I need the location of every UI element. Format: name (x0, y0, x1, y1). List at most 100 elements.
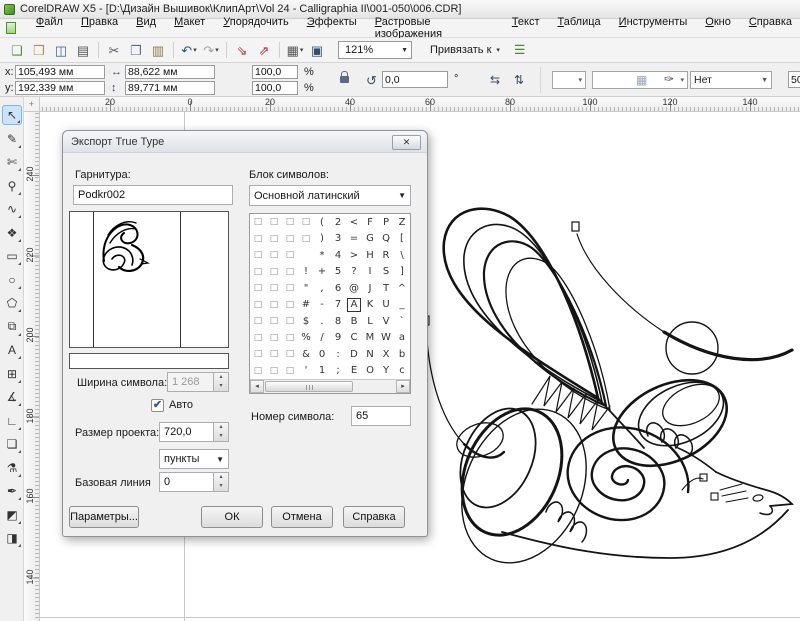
grid-cell[interactable]: □ (250, 280, 266, 297)
text-tool[interactable]: A (2, 340, 22, 360)
save-button[interactable]: ◫ (50, 40, 72, 60)
copy-button[interactable]: ❐ (125, 40, 147, 60)
scroll-right-icon[interactable]: ▸ (396, 380, 410, 393)
redo-button[interactable]: ↷▾ (200, 40, 222, 60)
new-document-button[interactable]: ❏ (6, 40, 28, 60)
grid-cell[interactable]: c (394, 363, 410, 380)
ruler-origin-button[interactable]: + (24, 97, 40, 112)
grid-cell[interactable]: ) (314, 231, 330, 248)
grid-cell[interactable]: □ (250, 297, 266, 314)
paste-button[interactable]: ▥ (147, 40, 169, 60)
grid-cell[interactable]: K (362, 297, 378, 314)
edge-field[interactable] (788, 71, 800, 88)
grid-cell[interactable]: L (362, 313, 378, 330)
welcome-screen-button[interactable]: ▣ (306, 40, 328, 60)
grid-cell[interactable]: T (378, 280, 394, 297)
char-number-field[interactable] (351, 406, 411, 426)
symbol-block-combo[interactable]: Основной латинский ▼ (249, 185, 411, 206)
corner-count-combo[interactable]: ▾ (552, 71, 586, 89)
grid-cell[interactable]: b (394, 346, 410, 363)
grid-cell[interactable]: H (362, 247, 378, 264)
open-button[interactable]: ❒ (28, 40, 50, 60)
grid-cell[interactable]: □ (266, 363, 282, 380)
zoom-tool[interactable]: ⚲ (2, 176, 22, 196)
grid-cell[interactable]: ] (394, 264, 410, 281)
grid-cell[interactable]: E (346, 363, 362, 380)
grid-cell[interactable]: □ (282, 247, 298, 264)
object-width-field[interactable] (125, 65, 215, 79)
grid-cell[interactable]: / (314, 330, 330, 347)
pos-y-field[interactable] (15, 81, 105, 95)
grid-cell[interactable]: G (362, 231, 378, 248)
baseline-field[interactable] (159, 472, 214, 492)
grid-cell[interactable]: Z (394, 214, 410, 231)
units-combo[interactable]: пункты ▼ (159, 449, 229, 469)
scale-v-field[interactable] (252, 81, 298, 95)
auto-checkbox[interactable]: ✔ (151, 399, 164, 412)
grid-cell[interactable]: D (346, 346, 362, 363)
outline-width-combo[interactable]: Нет ▼ (690, 71, 772, 89)
grid-cell[interactable]: □ (266, 264, 282, 281)
eyedropper-tool[interactable]: ⚗ (2, 458, 22, 478)
lock-ratio-icon[interactable] (340, 76, 349, 83)
grid-cell[interactable]: . (314, 313, 330, 330)
grid-cell[interactable]: □ (250, 330, 266, 347)
grid-cell[interactable]: □ (282, 231, 298, 248)
grid-cell[interactable]: F (362, 214, 378, 231)
grid-cell[interactable] (298, 247, 314, 264)
grid-cell[interactable]: = (346, 231, 362, 248)
grid-cell[interactable]: □ (282, 313, 298, 330)
grid-cell[interactable]: > (346, 247, 362, 264)
blend-tool[interactable]: ❏ (2, 434, 22, 454)
freehand-tool[interactable]: ∿ (2, 199, 22, 219)
grid-cell[interactable]: S (378, 264, 394, 281)
grid-cell[interactable]: U (378, 297, 394, 314)
grid-cell[interactable]: 3 (330, 231, 346, 248)
fill-tool[interactable]: ◩ (2, 505, 22, 525)
font-name-field[interactable] (73, 185, 233, 205)
import-button[interactable]: ⇘ (231, 40, 253, 60)
calligraphic-bird-drawing[interactable] (420, 190, 800, 570)
interactive-fill-tool[interactable]: ◨ (2, 528, 22, 548)
zoom-level-combo[interactable]: 121% ▼ (338, 41, 412, 59)
grid-cell[interactable]: □ (298, 214, 314, 231)
grid-cell[interactable]: 4 (330, 247, 346, 264)
scroll-left-icon[interactable]: ◂ (250, 380, 264, 393)
grid-cell[interactable]: W (378, 330, 394, 347)
grid-cell[interactable]: @ (346, 280, 362, 297)
object-height-field[interactable] (125, 81, 215, 95)
grid-cell[interactable]: ; (330, 363, 346, 380)
grid-cell[interactable]: □ (250, 313, 266, 330)
grid-cell[interactable]: □ (250, 247, 266, 264)
grid-cell[interactable]: 8 (330, 313, 346, 330)
grid-cell[interactable]: □ (282, 264, 298, 281)
options-button[interactable]: Параметры... (69, 506, 139, 528)
table-tool[interactable]: ⊞ (2, 364, 22, 384)
grid-cell[interactable]: # (298, 297, 314, 314)
options-icon[interactable]: ☰ (514, 42, 526, 58)
grid-cell[interactable]: $ (298, 313, 314, 330)
grid-cell[interactable]: □ (266, 330, 282, 347)
grid-cell[interactable]: \ (394, 247, 410, 264)
scale-h-field[interactable] (252, 65, 298, 79)
scrollbar-thumb[interactable] (265, 381, 353, 392)
project-size-field[interactable] (159, 422, 214, 442)
grid-cell[interactable]: □ (298, 231, 314, 248)
ellipse-tool[interactable]: ○ (2, 270, 22, 290)
grid-cell[interactable]: I (362, 264, 378, 281)
grid-cell[interactable]: □ (266, 247, 282, 264)
grid-cell[interactable]: □ (282, 363, 298, 380)
grid-cell[interactable]: ` (394, 313, 410, 330)
outline-pen-tool[interactable]: ✒ (2, 481, 22, 501)
grid-cell[interactable]: R (378, 247, 394, 264)
help-button[interactable]: Справка (343, 506, 405, 528)
grid-cell[interactable]: □ (282, 214, 298, 231)
grid-cell[interactable]: O (362, 363, 378, 380)
grid-cell[interactable]: 9 (330, 330, 346, 347)
grid-cell[interactable]: □ (266, 214, 282, 231)
vertical-ruler[interactable]: 240220200180160140 (24, 112, 40, 621)
mirror-vertical-button[interactable]: ⇅ (508, 70, 530, 90)
grid-cell[interactable]: a (394, 330, 410, 347)
grid-cell[interactable]: □ (250, 264, 266, 281)
export-button[interactable]: ⇗ (253, 40, 275, 60)
